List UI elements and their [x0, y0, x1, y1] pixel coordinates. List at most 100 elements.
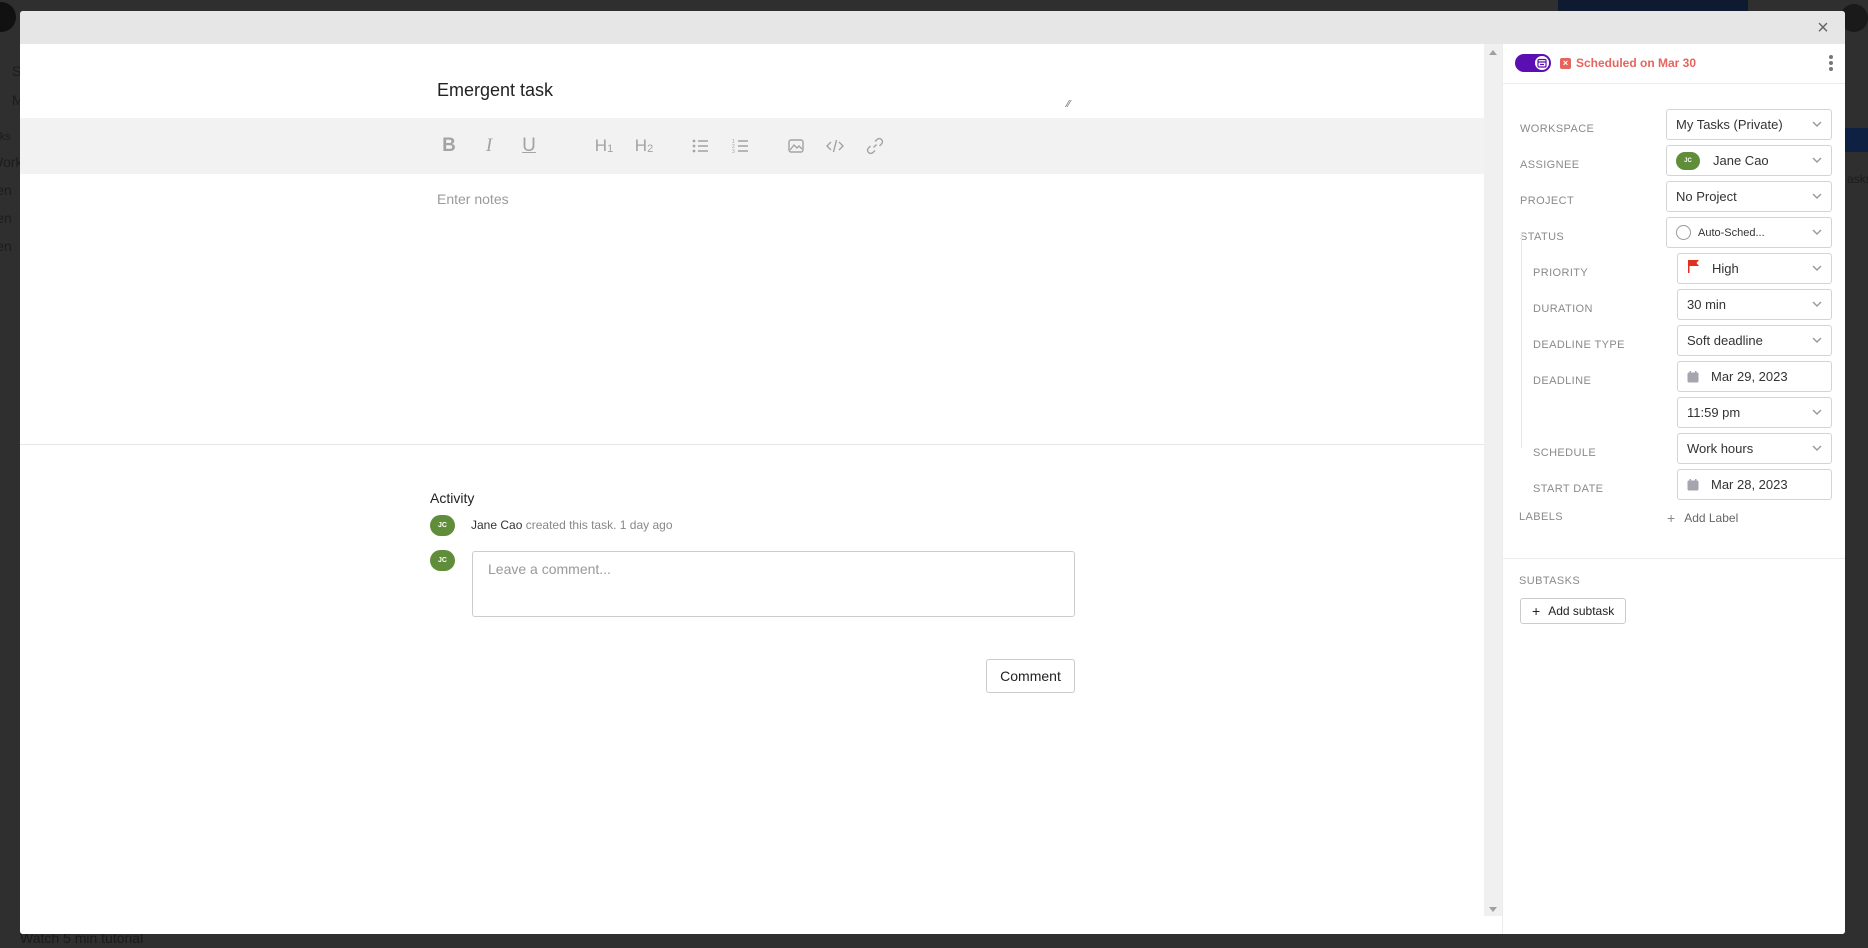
add-subtask-text: Add subtask — [1548, 604, 1615, 618]
task-modal: × ⁄⁄ B I U H1 H2 123 — [20, 11, 1845, 934]
schedule-label: SCHEDULE — [1533, 447, 1597, 459]
bg-sidebar-text: lien — [0, 182, 12, 198]
bg-sidebar-text: orks — [0, 131, 11, 143]
duration-label: DURATION — [1533, 303, 1593, 315]
bg-tab — [1845, 128, 1868, 152]
labels-label: LABELS — [1519, 511, 1563, 523]
heading-2-icon: H2 — [635, 136, 653, 156]
subtasks-label: SUBTASKS — [1519, 575, 1581, 587]
scroll-down-icon[interactable] — [1489, 907, 1497, 912]
chevron-down-icon — [1812, 301, 1822, 307]
activity-heading: Activity — [430, 490, 475, 506]
bullet-list-button[interactable] — [689, 134, 713, 158]
resize-grip-icon[interactable]: ⁄⁄ — [1067, 100, 1077, 110]
underline-button[interactable]: U — [517, 134, 541, 158]
chevron-down-icon — [1812, 337, 1822, 343]
image-button[interactable] — [784, 134, 808, 158]
status-value: Auto-Sched... — [1698, 226, 1765, 239]
modal-header: × — [20, 11, 1845, 44]
calendar-icon — [1687, 370, 1699, 382]
italic-button[interactable]: I — [477, 134, 501, 158]
bullet-list-icon — [692, 139, 708, 153]
notes-placeholder: Enter notes — [437, 191, 509, 207]
chevron-down-icon — [1812, 157, 1822, 163]
workspace-dropdown[interactable]: My Tasks (Private) — [1666, 109, 1832, 140]
duration-value: 30 min — [1687, 297, 1727, 312]
status-label: STATUS — [1520, 231, 1565, 243]
deadline-type-dropdown[interactable]: Soft deadline — [1677, 325, 1832, 356]
main-scrollbar[interactable] — [1484, 44, 1502, 916]
task-title-input[interactable] — [437, 80, 1077, 110]
bg-right-text: asks — [1847, 172, 1868, 186]
chevron-down-icon — [1812, 265, 1822, 271]
heading-2-glyph: H — [634, 136, 648, 155]
heading-2-button[interactable]: H2 — [632, 134, 656, 158]
scheduled-status: × Scheduled on Mar 30 — [1560, 56, 1696, 70]
priority-dropdown[interactable]: High — [1677, 253, 1832, 284]
plus-icon: + — [1532, 603, 1541, 619]
heading-1-glyph: H — [594, 136, 608, 155]
heading-1-button[interactable]: H1 — [592, 134, 616, 158]
auto-schedule-toggle[interactable] — [1515, 54, 1551, 72]
deadline-type-label: DEADLINE TYPE — [1533, 339, 1625, 351]
add-label-button[interactable]: + Add Label — [1667, 510, 1738, 526]
sub-fields-rail — [1521, 232, 1522, 448]
comment-button[interactable]: Comment — [986, 659, 1075, 693]
close-icon[interactable]: × — [1813, 18, 1833, 38]
start-date-value: Mar 28, 2023 — [1711, 477, 1788, 492]
deadline-time-dropdown[interactable]: 11:59 pm — [1677, 397, 1832, 428]
image-icon — [788, 139, 804, 153]
avatar: JC — [430, 550, 455, 571]
workspace-value: My Tasks (Private) — [1676, 117, 1783, 132]
link-button[interactable] — [863, 134, 887, 158]
task-side-panel: × Scheduled on Mar 30 WORKSPACE My Tasks… — [1502, 44, 1845, 934]
chevron-down-icon — [1812, 193, 1822, 199]
add-label-text: Add Label — [1684, 511, 1739, 525]
chevron-down-icon — [1812, 229, 1822, 235]
italic-icon: I — [485, 135, 493, 156]
assignee-value: Jane Cao — [1713, 153, 1769, 168]
section-divider — [20, 444, 1484, 445]
status-dropdown[interactable]: Auto-Sched... — [1666, 217, 1832, 248]
priority-value: High — [1712, 261, 1739, 276]
editor-toolbar: B I U H1 H2 123 — [20, 118, 1484, 174]
code-icon — [826, 139, 844, 153]
deadline-time-value: 11:59 pm — [1687, 405, 1741, 420]
comment-input[interactable] — [472, 551, 1075, 617]
flag-icon — [1688, 260, 1699, 273]
more-options-icon[interactable] — [1827, 53, 1835, 73]
code-button[interactable] — [823, 134, 847, 158]
status-circle-icon — [1676, 225, 1691, 240]
workspace-label: WORKSPACE — [1520, 123, 1595, 135]
underline-icon: U — [522, 135, 536, 156]
deadline-date-value: Mar 29, 2023 — [1711, 369, 1788, 384]
start-date-picker[interactable]: Mar 28, 2023 — [1677, 469, 1832, 500]
add-subtask-button[interactable]: + Add subtask — [1520, 598, 1627, 624]
heading-1-sub: 1 — [607, 143, 614, 155]
activity-entry: JC Jane Cao created this task. 1 day ago — [430, 514, 673, 536]
duration-dropdown[interactable]: 30 min — [1677, 289, 1832, 320]
svg-text:3: 3 — [732, 149, 735, 155]
deadline-date-picker[interactable]: Mar 29, 2023 — [1677, 361, 1832, 392]
numbered-list-icon: 123 — [732, 139, 748, 155]
plus-icon: + — [1667, 510, 1676, 526]
side-panel-header: × Scheduled on Mar 30 — [1503, 44, 1845, 84]
start-date-label: START DATE — [1533, 483, 1604, 495]
assignee-dropdown[interactable]: JC Jane Cao — [1666, 145, 1832, 176]
heading-2-sub: 2 — [647, 143, 654, 155]
calendar-icon — [1537, 58, 1547, 68]
heading-1-icon: H1 — [595, 136, 613, 156]
scroll-up-icon[interactable] — [1489, 50, 1497, 55]
notes-editor[interactable]: Enter notes — [437, 191, 1077, 391]
bold-button[interactable]: B — [437, 134, 461, 158]
priority-label: PRIORITY — [1533, 267, 1589, 279]
chevron-down-icon — [1812, 445, 1822, 451]
chevron-down-icon — [1812, 409, 1822, 415]
numbered-list-button[interactable]: 123 — [729, 134, 753, 158]
activity-action: created this task. — [525, 518, 617, 532]
toggle-knob — [1534, 55, 1550, 71]
scheduled-text: Scheduled on Mar 30 — [1576, 56, 1697, 70]
link-icon — [866, 137, 884, 155]
schedule-dropdown[interactable]: Work hours — [1677, 433, 1832, 464]
project-dropdown[interactable]: No Project — [1666, 181, 1832, 212]
